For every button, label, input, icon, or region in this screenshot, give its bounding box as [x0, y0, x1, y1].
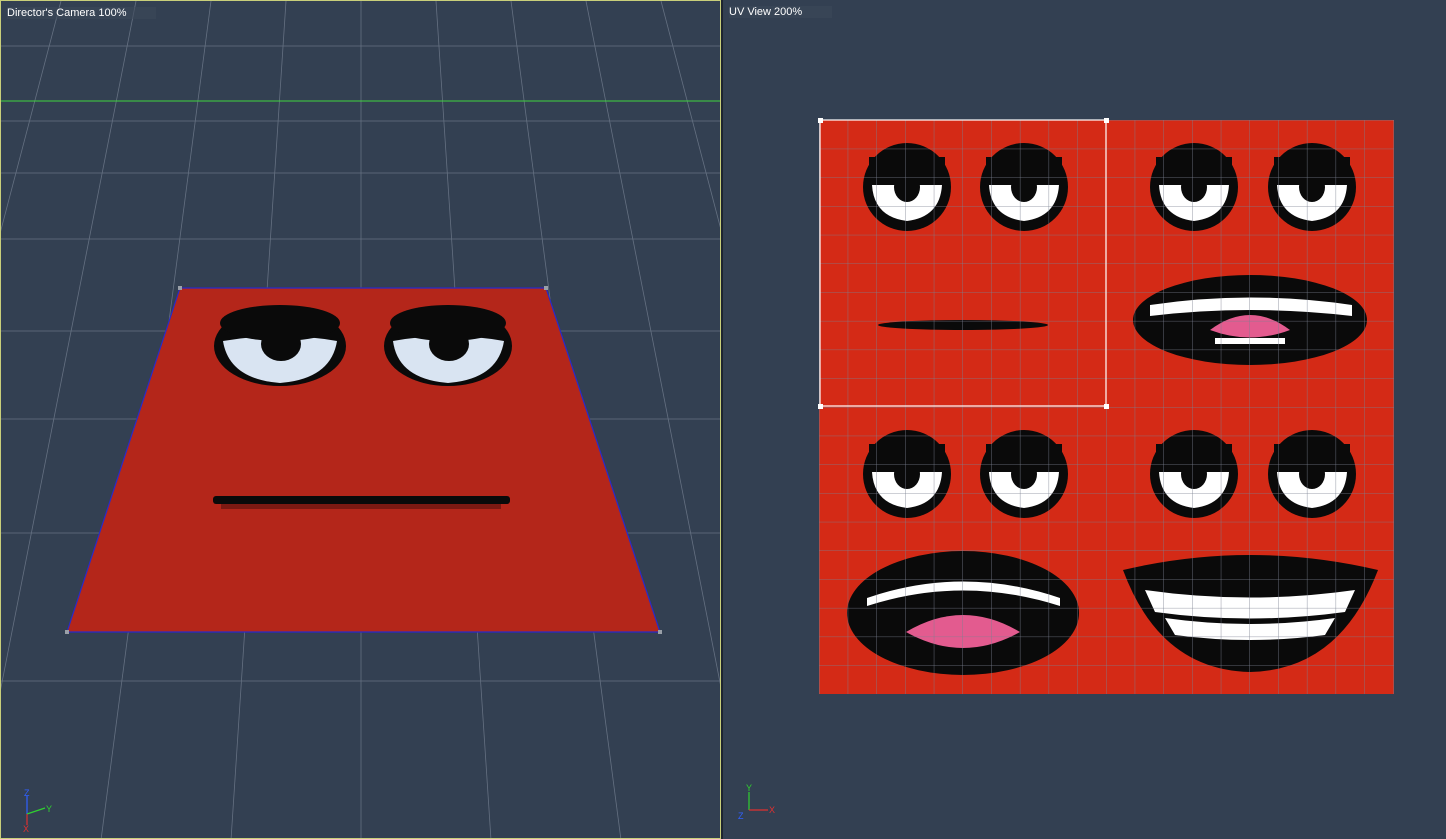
plane-vertex-handle[interactable]: [658, 630, 662, 634]
uv-view-viewport[interactable]: Y X Z UV View 200%: [723, 0, 1446, 839]
plane-vertex-handle[interactable]: [178, 286, 182, 290]
right-eye: [384, 305, 512, 386]
directors-camera-viewport[interactable]: Z Y X Director's Camera 100%: [0, 0, 721, 839]
axis-gizmo: Z Y X: [23, 788, 52, 834]
axis-up-label: Z: [24, 788, 30, 798]
uv-vertex-handle[interactable]: [818, 118, 823, 123]
viewport-title[interactable]: UV View 200%: [729, 6, 833, 18]
axis-right-label: Y: [46, 804, 52, 814]
axis-up-label: Y: [746, 783, 752, 793]
left-eye: [214, 305, 346, 386]
plane-vertex-handle[interactable]: [65, 630, 69, 634]
uv-vertex-handle[interactable]: [1104, 404, 1109, 409]
axis-right-label: X: [769, 805, 775, 815]
axis-origin-label: X: [23, 824, 29, 834]
face-plane[interactable]: [65, 286, 662, 634]
uv-vertex-handle[interactable]: [1104, 118, 1109, 123]
mouth-line: [213, 496, 510, 509]
uv-texture-canvas: Y X Z: [738, 118, 1394, 821]
plane-vertex-handle[interactable]: [544, 286, 548, 290]
axis-origin-label: Z: [738, 811, 744, 821]
viewport-title[interactable]: Director's Camera 100%: [7, 7, 157, 19]
perspective-scene: Z Y X: [1, 1, 720, 838]
axis-gizmo: Y X Z: [738, 783, 775, 821]
uv-vertex-handle[interactable]: [818, 404, 823, 409]
